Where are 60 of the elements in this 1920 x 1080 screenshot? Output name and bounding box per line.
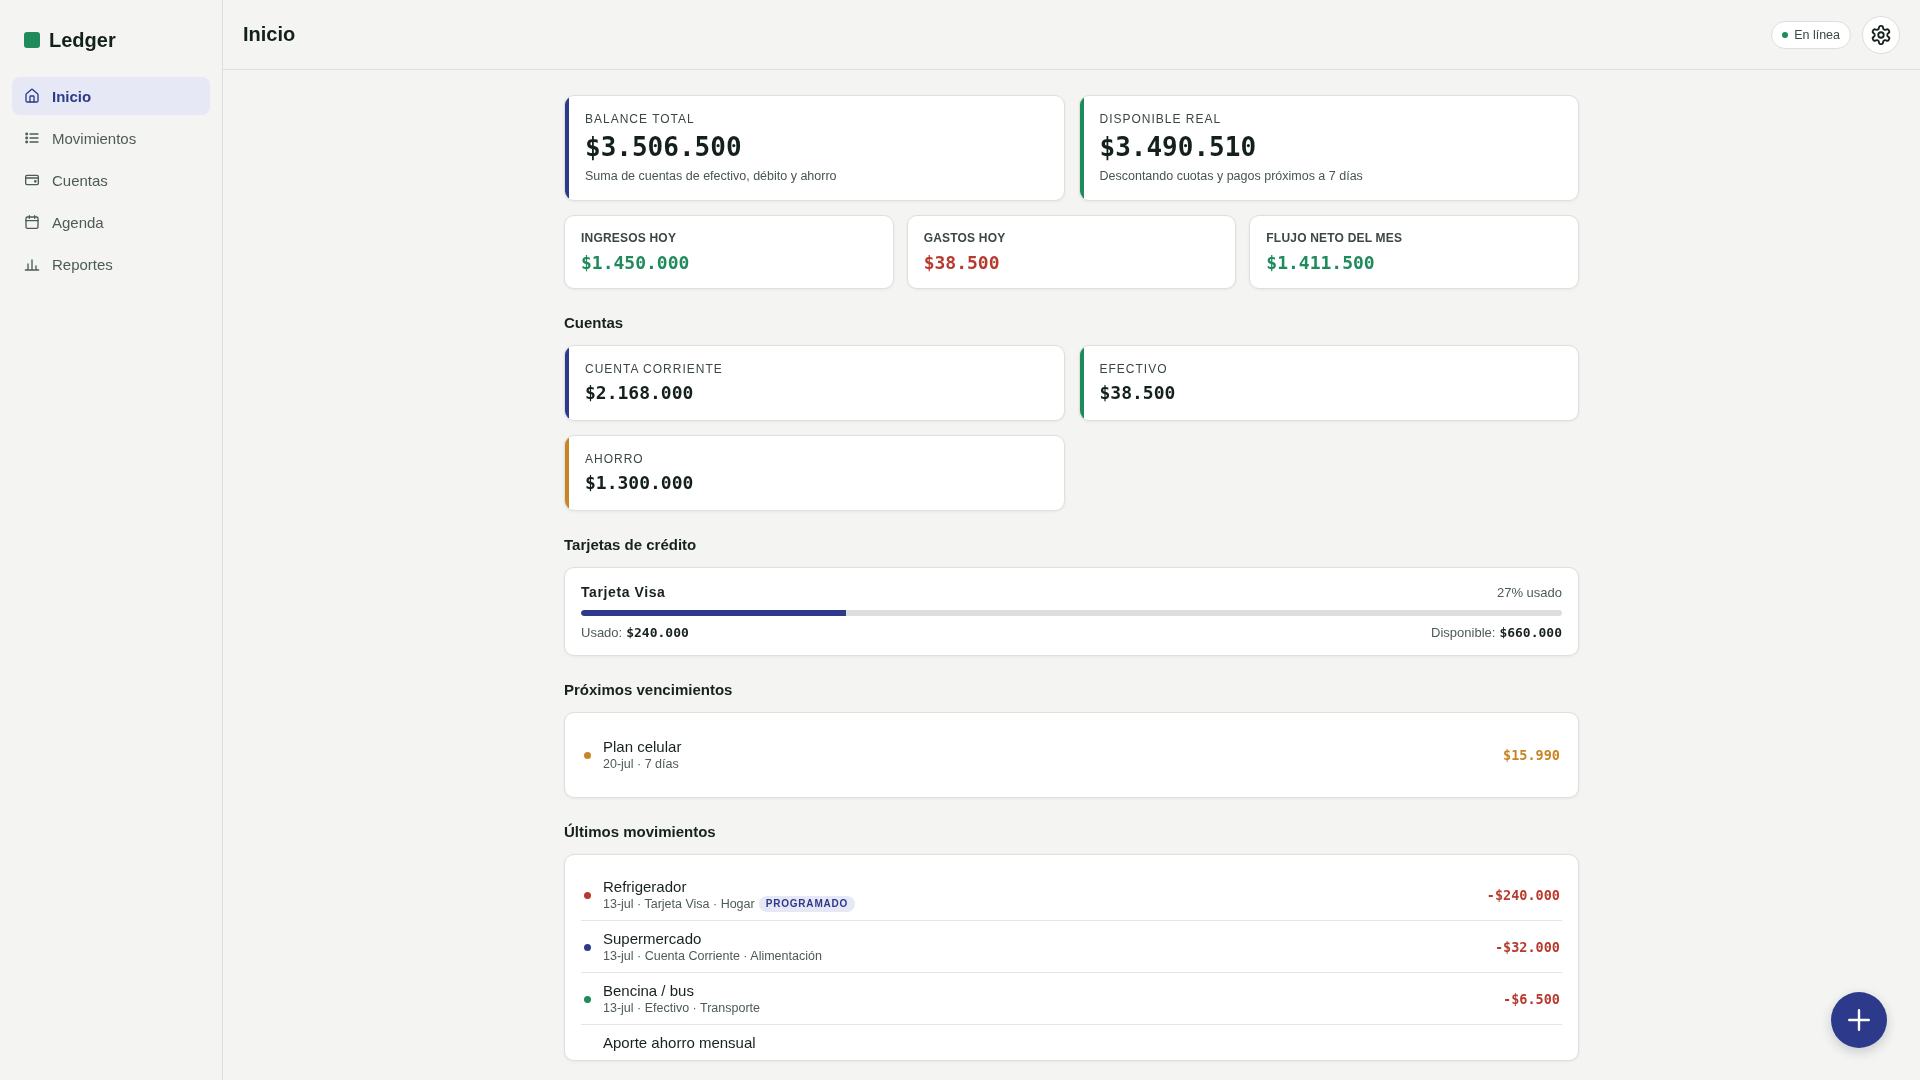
movement-amount: -$32.000 [1494,939,1560,955]
app-name: Ledger [49,28,116,52]
nav-item[interactable]: Inicio [12,77,210,115]
nav-item[interactable]: Movimientos [12,119,210,157]
available-label: Disponible: [1431,624,1496,640]
item-meta: 20-jul · 7 días [603,756,679,772]
summary-value: $3.490.510 [1099,131,1258,163]
section-title: Cuentas [564,313,625,333]
summary-label: DISPONIBLE REAL [1099,111,1223,127]
summary-label: BALANCE TOTAL [585,111,696,127]
account-value: $1.300.000 [585,471,694,495]
used-amount: $240.000 [626,624,689,640]
usage-text: 27% usado [1496,584,1562,600]
card-name: Tarjeta Visa [581,584,666,600]
home-icon [24,88,40,104]
list-icon [24,130,40,146]
stat-label: FLUJO NETO DEL MES [1266,230,1404,246]
movement-name: Aporte ahorro mensual [603,1034,757,1052]
movement-name: Supermercado [603,930,703,948]
status-text: En línea [1794,27,1840,42]
settings-button[interactable] [1862,15,1900,54]
movement-name: Bencina / bus [603,982,695,1000]
account-value: $38.500 [1099,381,1176,405]
movement-amount: -$6.500 [1503,991,1560,1007]
nav-item[interactable]: Reportes [12,245,210,283]
available-amount: $660.000 [1499,624,1562,640]
movement-meta: 13-jul · Tarjeta Visa · Hogar [603,896,755,912]
section-title: Tarjetas de crédito [564,535,698,555]
item-amount: $15.990 [1503,747,1560,763]
summary-note: Descontando cuotas y pagos próximos a 7 días [1099,168,1363,184]
movement-name: Refrigerador [603,878,688,896]
settings-icon [1870,23,1892,46]
logo-square-icon [24,32,40,48]
stat-value: $38.500 [923,251,1001,275]
status-tag: PROGRAMADO [758,896,856,912]
item-name: Plan celular [603,738,683,756]
account-label: CUENTA CORRIENTE [585,361,723,377]
movement-amount: -$240.000 [1486,887,1560,903]
wallet-icon [24,172,40,188]
summary-value: $3.506.500 [585,131,743,163]
stat-value: $1.450.000 [581,251,691,275]
movement-meta: 13-jul · Efectivo · Transporte [603,1000,760,1016]
used-label: Usado: [581,624,623,640]
calendar-icon [24,214,40,230]
stat-label: INGRESOS HOY [581,230,678,246]
account-value: $2.168.000 [585,381,695,405]
stat-label: GASTOS HOY [923,230,1007,246]
account-label: EFECTIVO [1099,361,1169,377]
section-title: Próximos vencimientos [564,680,734,700]
section-title: Últimos movimientos [564,822,717,842]
nav-item[interactable]: Agenda [12,203,210,241]
page-title: Inicio [243,23,296,46]
bar-chart-icon [24,256,40,272]
add-button[interactable] [1831,992,1887,1048]
movement-meta: 13-jul · Cuenta Corriente · Alimentación [603,948,822,964]
nav-item[interactable]: Cuentas [12,161,210,199]
account-label: AHORRO [585,451,645,467]
summary-note: Suma de cuentas de efectivo, débito y ahorro [585,168,837,184]
stat-value: $1.411.500 [1266,251,1376,275]
plus-icon [1846,1007,1872,1033]
